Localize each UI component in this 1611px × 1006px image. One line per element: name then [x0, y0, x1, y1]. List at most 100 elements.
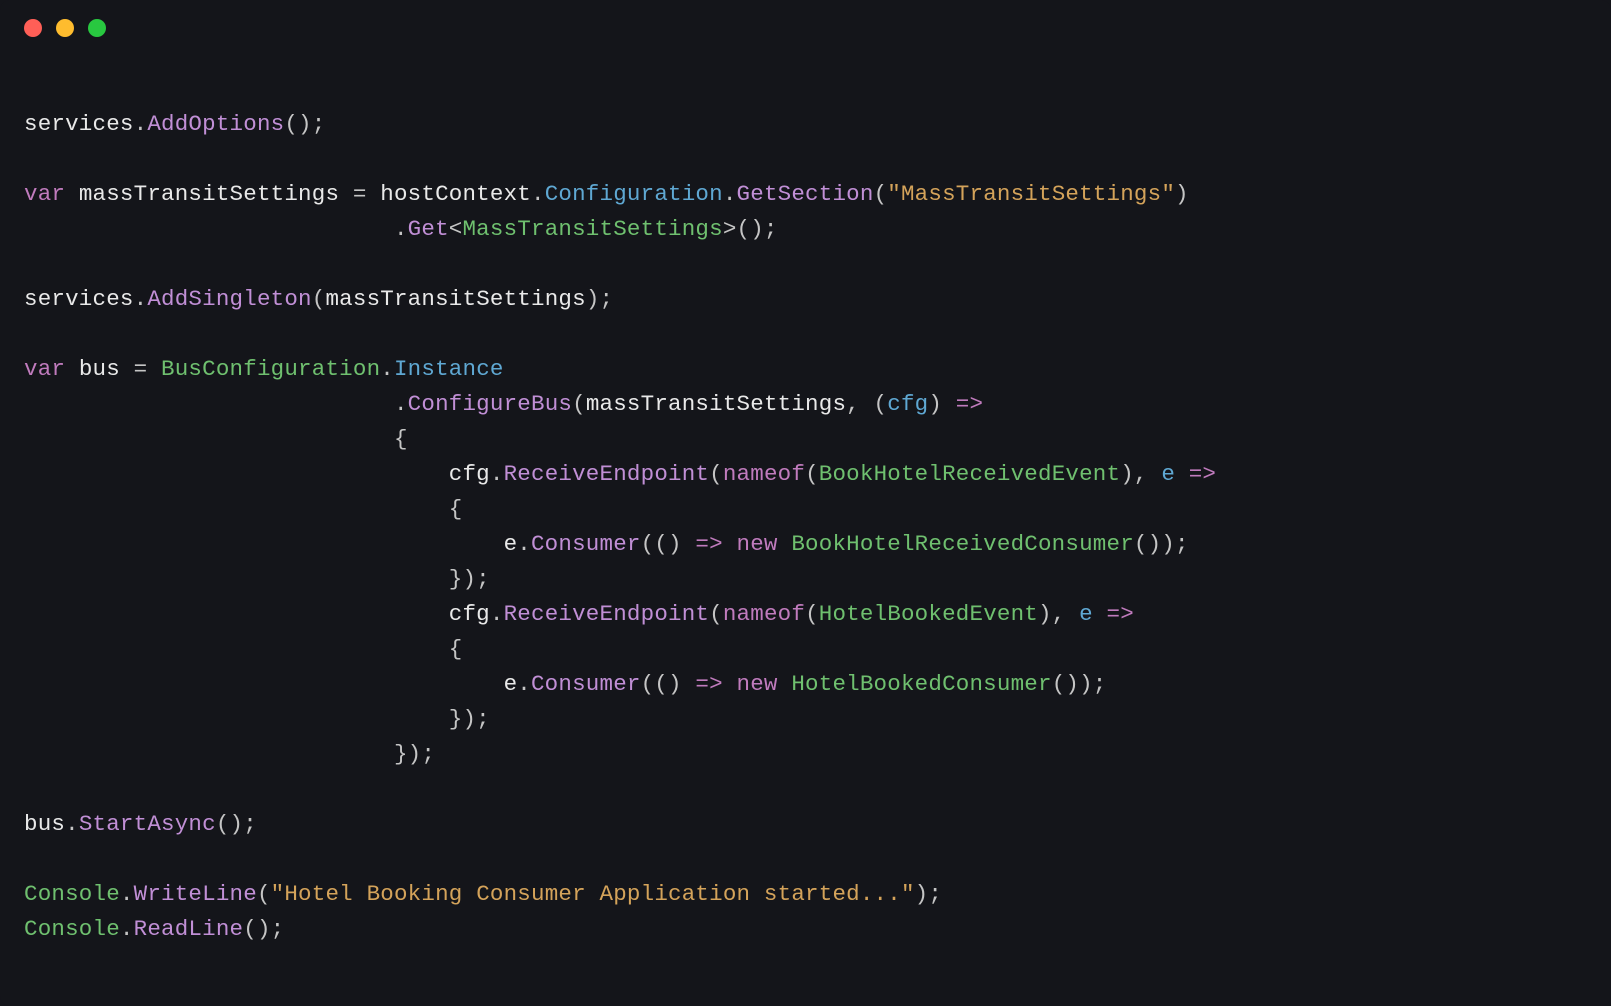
code-line: services.AddSingleton(massTransitSetting…	[24, 282, 1587, 317]
code-token: ();	[243, 916, 284, 942]
code-token: >();	[723, 216, 778, 242]
code-window: services.AddOptions(); var massTransitSe…	[0, 0, 1611, 1006]
code-token: =	[120, 356, 161, 382]
code-token: )	[928, 391, 955, 417]
code-token	[723, 671, 737, 697]
code-token: {	[24, 426, 408, 452]
code-token: (	[709, 601, 723, 627]
minimize-icon[interactable]	[56, 19, 74, 37]
code-token: e	[1161, 461, 1175, 487]
code-token: cfg	[887, 391, 928, 417]
code-token: var	[24, 181, 65, 207]
code-token: =>	[1189, 461, 1216, 487]
code-token: .	[490, 601, 504, 627]
code-token	[24, 601, 449, 627]
code-token: .	[517, 531, 531, 557]
code-token: cfg	[449, 461, 490, 487]
code-token: (	[257, 881, 271, 907]
code-token: "MassTransitSettings"	[887, 181, 1175, 207]
code-token: e	[504, 531, 518, 557]
code-token: .	[380, 356, 394, 382]
code-token: HotelBookedConsumer	[791, 671, 1051, 697]
code-token	[65, 181, 79, 207]
code-token: .	[490, 461, 504, 487]
code-token: =>	[956, 391, 983, 417]
code-token: nameof	[723, 461, 805, 487]
code-token: Console	[24, 881, 120, 907]
code-token: BusConfiguration	[161, 356, 380, 382]
code-token: new	[737, 671, 778, 697]
code-token: nameof	[723, 601, 805, 627]
code-token: )	[1175, 181, 1189, 207]
code-editor[interactable]: services.AddOptions(); var massTransitSe…	[0, 56, 1611, 971]
code-line	[24, 72, 1587, 107]
code-token: });	[24, 566, 490, 592]
code-token: e	[1079, 601, 1093, 627]
code-token: ConfigureBus	[408, 391, 572, 417]
code-token: );	[586, 286, 613, 312]
code-line: var massTransitSettings = hostContext.Co…	[24, 177, 1587, 212]
code-token: WriteLine	[134, 881, 257, 907]
code-line: });	[24, 702, 1587, 737]
code-token: var	[24, 356, 65, 382]
code-token: .	[24, 216, 408, 242]
code-token: ReceiveEndpoint	[504, 601, 710, 627]
code-token: ();	[284, 111, 325, 137]
window-titlebar	[0, 0, 1611, 56]
code-token: (	[312, 286, 326, 312]
code-token: services	[24, 286, 134, 312]
code-token: .	[723, 181, 737, 207]
code-line: bus.StartAsync();	[24, 807, 1587, 842]
code-token: (	[805, 601, 819, 627]
code-token: ());	[1052, 671, 1107, 697]
code-token: cfg	[449, 601, 490, 627]
code-token: (()	[641, 531, 696, 557]
code-token: (	[874, 181, 888, 207]
code-line: {	[24, 422, 1587, 457]
code-token: });	[24, 741, 435, 767]
code-line: });	[24, 562, 1587, 597]
code-token: =>	[1107, 601, 1134, 627]
code-token	[778, 671, 792, 697]
code-token: );	[915, 881, 942, 907]
code-token	[723, 531, 737, 557]
code-token: (()	[641, 671, 696, 697]
code-line: cfg.ReceiveEndpoint(nameof(HotelBookedEv…	[24, 597, 1587, 632]
code-token: .	[517, 671, 531, 697]
code-token: ),	[1120, 461, 1161, 487]
code-line: Console.WriteLine("Hotel Booking Consume…	[24, 877, 1587, 912]
code-line	[24, 842, 1587, 877]
code-token: Console	[24, 916, 120, 942]
code-token: .	[134, 111, 148, 137]
code-token: <	[449, 216, 463, 242]
code-token: AddSingleton	[147, 286, 311, 312]
code-token: hostContext	[380, 181, 531, 207]
code-line	[24, 142, 1587, 177]
code-token: });	[24, 706, 490, 732]
code-line	[24, 317, 1587, 352]
code-token: Instance	[394, 356, 504, 382]
close-icon[interactable]	[24, 19, 42, 37]
zoom-icon[interactable]	[88, 19, 106, 37]
code-token: ());	[1134, 531, 1189, 557]
code-token: {	[24, 496, 462, 522]
code-token: ReadLine	[134, 916, 244, 942]
code-token	[24, 531, 504, 557]
code-token: ();	[216, 811, 257, 837]
code-token: bus	[24, 811, 65, 837]
code-line: .Get<MassTransitSettings>();	[24, 212, 1587, 247]
code-token: .	[65, 811, 79, 837]
code-token: MassTransitSettings	[462, 216, 722, 242]
code-token: .	[120, 916, 134, 942]
code-token: , (	[846, 391, 887, 417]
code-token: massTransitSettings	[586, 391, 846, 417]
code-line: });	[24, 737, 1587, 772]
code-token: (	[572, 391, 586, 417]
code-line: Console.ReadLine();	[24, 912, 1587, 947]
code-token: GetSection	[737, 181, 874, 207]
code-line	[24, 772, 1587, 807]
code-token: e	[504, 671, 518, 697]
code-token: new	[737, 531, 778, 557]
code-line: e.Consumer(() => new HotelBookedConsumer…	[24, 667, 1587, 702]
code-token: bus	[79, 356, 120, 382]
